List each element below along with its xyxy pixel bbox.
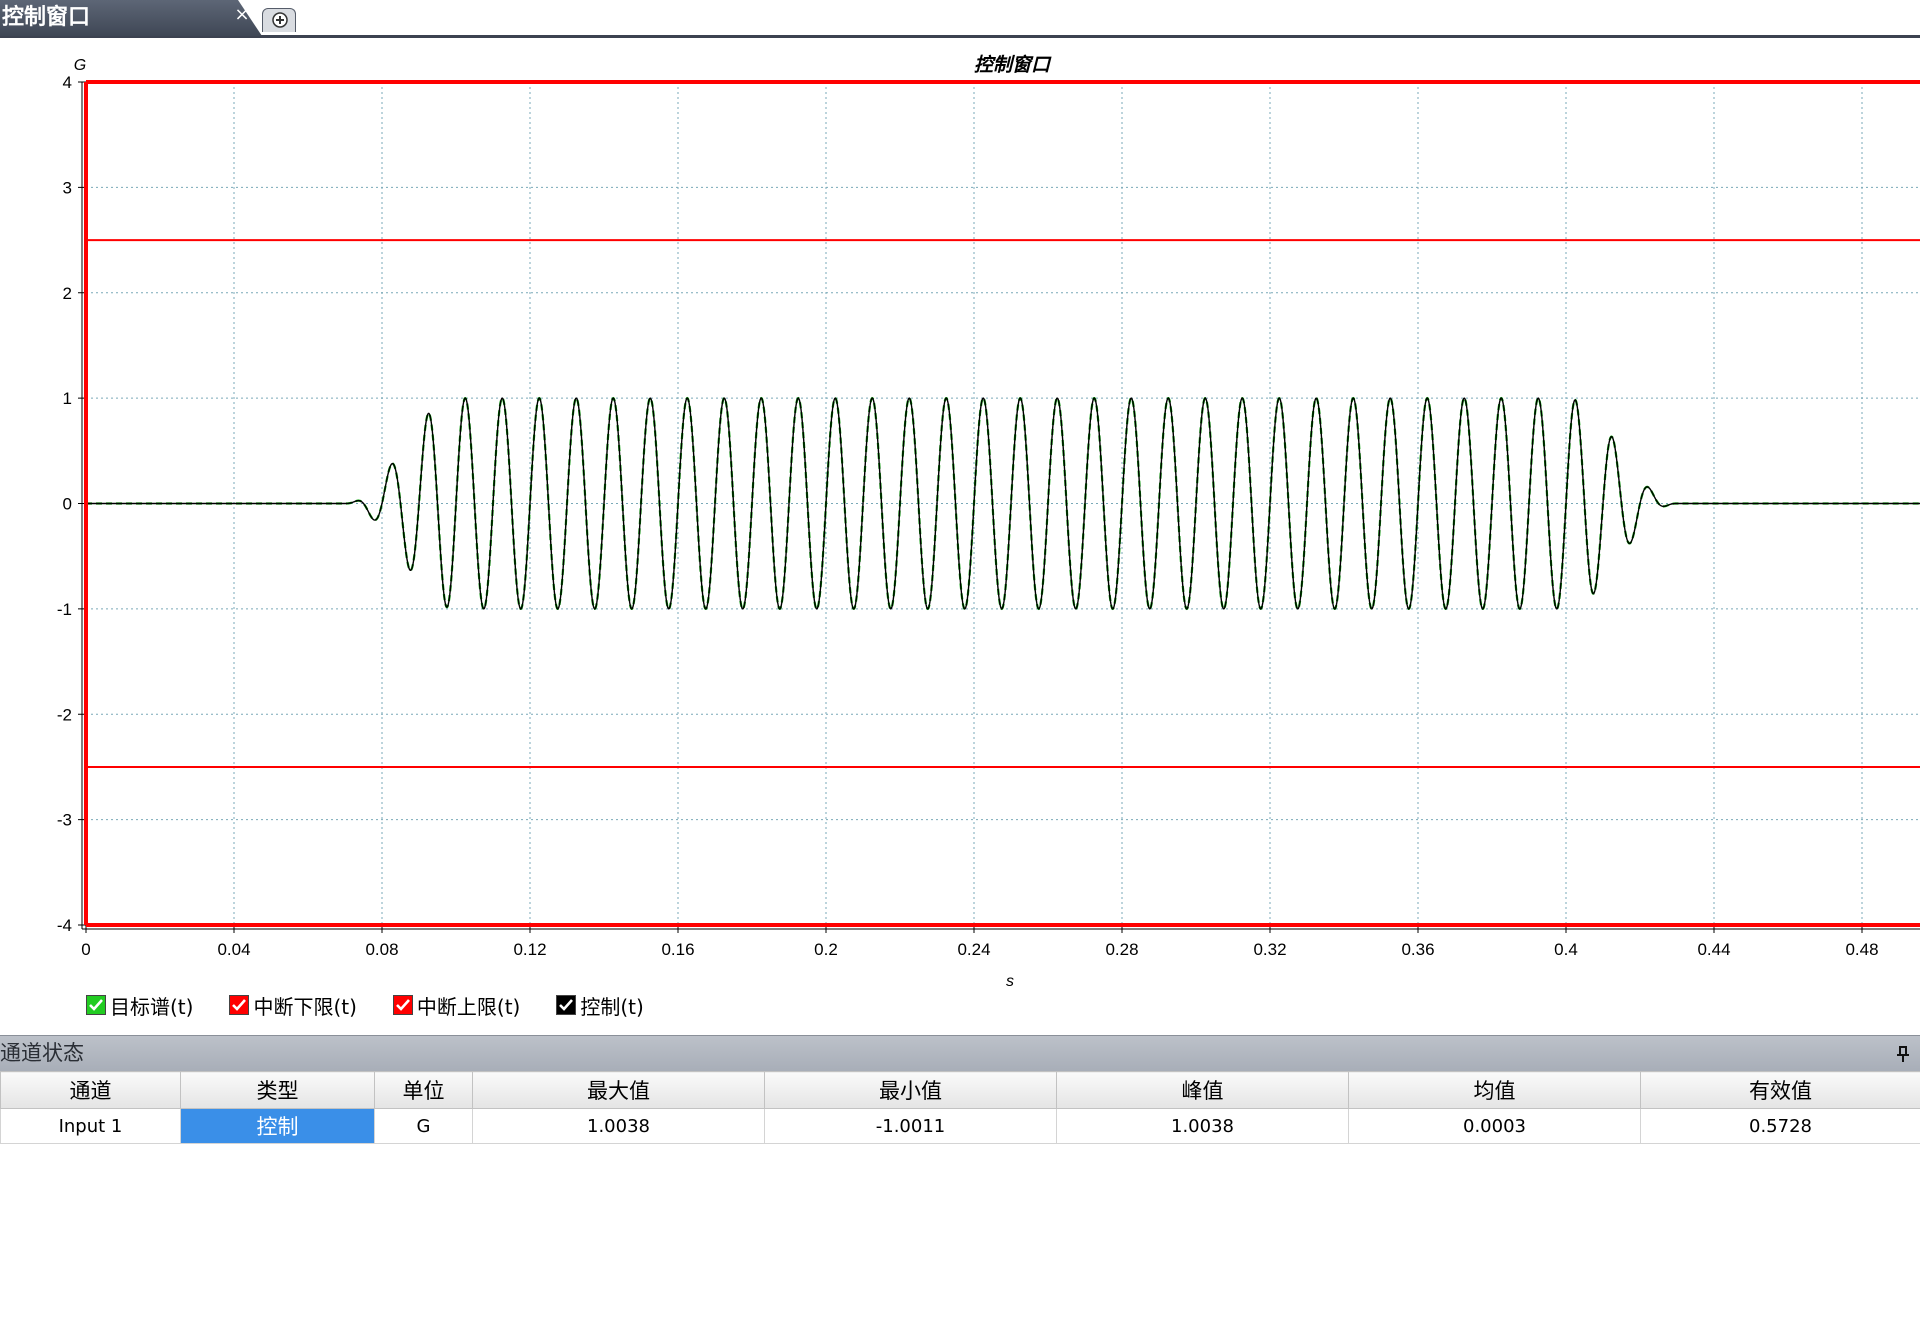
y-tick-label: 1 — [63, 389, 72, 408]
panel-title: 通道状态 — [0, 1041, 84, 1065]
column-header[interactable]: 单位 — [374, 1071, 473, 1109]
check-icon — [89, 999, 103, 1011]
x-tick-label: 0.2 — [814, 940, 838, 959]
y-tick-label: -4 — [57, 916, 72, 935]
legend-label: 中断上限(t) — [416, 994, 521, 1019]
check-icon — [559, 999, 574, 1011]
y-tick-label: -2 — [57, 705, 72, 724]
y-tick-label: 3 — [63, 178, 72, 197]
pin-icon[interactable] — [1894, 1045, 1912, 1063]
y-tick-label: 4 — [63, 73, 72, 92]
y-tick-label: -3 — [57, 811, 72, 830]
chart-grid — [86, 82, 1920, 925]
plot-frame — [81, 80, 1920, 930]
table-cell[interactable]: 0.0003 — [1348, 1108, 1641, 1144]
legend-item[interactable]: 中断下限(t) — [229, 990, 357, 1020]
legend-item[interactable]: 目标谱(t) — [86, 990, 193, 1020]
table-cell[interactable]: 0.5728 — [1640, 1108, 1920, 1144]
add-tab-icon — [272, 12, 288, 28]
new-tab-button[interactable] — [262, 8, 296, 32]
table-cell[interactable]: Input 1 — [0, 1108, 181, 1144]
document-tab-bar: 控制窗口 × — [0, 0, 1920, 38]
x-tick-label: 0.4 — [1554, 940, 1578, 959]
x-tick-label: 0.08 — [365, 940, 398, 959]
legend-checkbox[interactable] — [392, 995, 413, 1015]
table-cell[interactable]: 1.0038 — [1056, 1108, 1349, 1144]
control-window-chart: 控制窗口 G s 0 0.04 0.08 0.12 0.16 0.2 0.24 0.28 0.3… — [57, 54, 1920, 990]
x-tick-label: 0.48 — [1845, 940, 1878, 959]
x-tick-label: 0.32 — [1253, 940, 1286, 959]
table-header-row: 通道 类型 单位 最大值 最小值 峰值 均值 有效值 — [0, 1071, 1920, 1109]
x-tick-label: 0 — [81, 940, 90, 959]
x-tick-label: 0.24 — [957, 940, 990, 959]
legend-item[interactable]: 中断上限(t) — [392, 990, 521, 1020]
legend-checkbox[interactable] — [556, 995, 577, 1015]
legend-label: 控制(t) — [580, 994, 644, 1019]
legend-checkbox[interactable] — [229, 995, 250, 1015]
table-row[interactable]: Input 1 控制 G 1.0038 -1.0011 1.0038 0.0003 0.572… — [0, 1108, 1920, 1144]
tab-control-window[interactable]: 控制窗口 — [0, 0, 262, 36]
tab-label: 控制窗口 — [2, 5, 91, 30]
column-header[interactable]: 最大值 — [472, 1071, 765, 1109]
x-tick-label: 0.28 — [1105, 940, 1138, 959]
legend-checkbox[interactable] — [86, 995, 106, 1015]
y-axis-label: G — [74, 57, 86, 74]
x-tick-label: 0.36 — [1401, 940, 1434, 959]
chart-ticks: 0 0.04 0.08 0.12 0.16 0.2 0.24 0.28 0.32 0.36 0.4 0… — [57, 73, 1879, 959]
check-icon — [232, 999, 247, 1011]
x-tick-label: 0.16 — [661, 940, 694, 959]
channel-status-table: 通道 类型 单位 最大值 最小值 峰值 均值 有效值 Input 1 控制 G 1.0038 -1.0… — [0, 1071, 1920, 1144]
column-header[interactable]: 有效值 — [1640, 1071, 1920, 1109]
x-tick-label: 0.44 — [1697, 940, 1730, 959]
column-header[interactable]: 最小值 — [764, 1071, 1057, 1109]
column-header[interactable]: 均值 — [1348, 1071, 1641, 1109]
column-header[interactable]: 通道 — [0, 1071, 181, 1109]
legend-item[interactable]: 控制(t) — [556, 990, 644, 1020]
column-header[interactable]: 类型 — [180, 1071, 375, 1109]
legend-label: 中断下限(t) — [253, 994, 357, 1019]
x-tick-label: 0.04 — [217, 940, 250, 959]
column-header[interactable]: 峰值 — [1056, 1071, 1349, 1109]
y-tick-label: 0 — [63, 495, 72, 514]
y-tick-label: -1 — [57, 600, 72, 619]
x-tick-label: 0.12 — [513, 940, 546, 959]
chart-legend: 目标谱(t) 中断下限(t) 中断上限(t) 控制(t) — [86, 990, 644, 1020]
table-cell[interactable]: 控制 — [180, 1108, 375, 1144]
tab-close-icon[interactable]: × — [232, 5, 252, 25]
channel-status-header: 通道状态 — [0, 1035, 1920, 1071]
y-tick-label: 2 — [63, 284, 72, 303]
check-icon — [395, 999, 410, 1011]
chart-title: 控制窗口 — [974, 54, 1052, 76]
table-cell[interactable]: G — [374, 1108, 473, 1144]
legend-label: 目标谱(t) — [110, 994, 194, 1019]
table-cell[interactable]: 1.0038 — [472, 1108, 765, 1144]
x-axis-label: s — [1006, 973, 1014, 990]
table-cell[interactable]: -1.0011 — [764, 1108, 1057, 1144]
